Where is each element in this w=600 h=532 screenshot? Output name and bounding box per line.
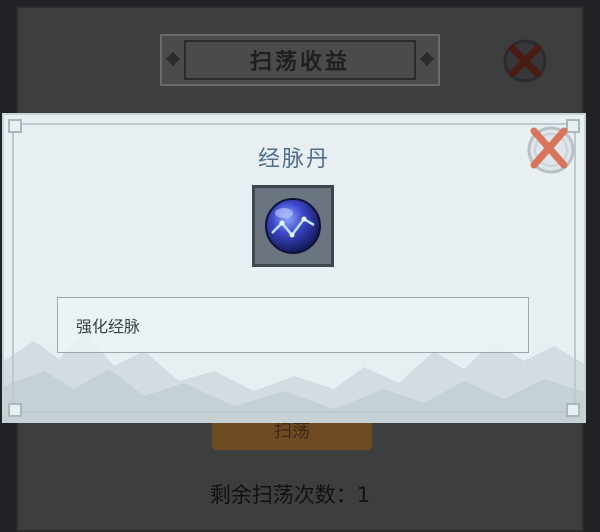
background-title-banner: 扫荡收益: [160, 34, 440, 86]
close-icon[interactable]: [520, 119, 578, 177]
frame-corner: [8, 119, 22, 133]
banner-ornament: [419, 51, 435, 67]
banner-ornament: [165, 51, 181, 67]
item-detail-modal: 经脉丹 强化经脉: [2, 113, 586, 423]
item-description-box: 强化经脉: [57, 297, 529, 353]
item-name-title: 经脉丹: [257, 147, 330, 172]
meridian-pill-icon: [265, 198, 321, 254]
background-close-icon: [500, 36, 550, 86]
item-slot: [252, 185, 334, 267]
frame-corner: [8, 403, 22, 417]
item-description: 强化经脉: [76, 317, 141, 336]
background-title: 扫荡收益: [184, 40, 416, 80]
remaining-sweeps-text: 剩余扫荡次数：1: [209, 483, 371, 507]
frame-corner: [566, 403, 580, 417]
